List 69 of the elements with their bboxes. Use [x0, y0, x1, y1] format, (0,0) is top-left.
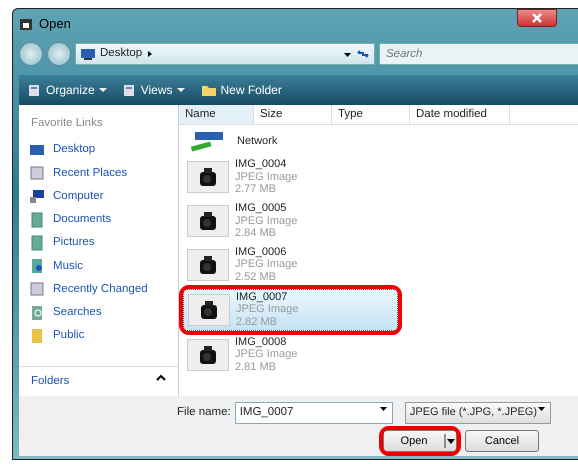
- monitor-icon: [80, 46, 96, 62]
- file-name: IMG_0005: [235, 202, 288, 215]
- search-icon: [29, 304, 45, 321]
- close-icon: [532, 13, 542, 23]
- file-name: IMG_0004: [235, 158, 288, 171]
- file-name: IMG_0008: [235, 336, 288, 348]
- column-header[interactable]: Date modified: [410, 105, 510, 124]
- sidebar-link[interactable]: Documents: [19, 208, 178, 232]
- breadcrumb-arrow-icon: [146, 50, 154, 58]
- sidebar-link[interactable]: Music: [19, 254, 178, 278]
- back-button[interactable]: [19, 42, 43, 66]
- toolbar-icon: [28, 83, 42, 97]
- file-row[interactable]: IMG_0006 JPEG Image 2.52 MB: [183, 244, 398, 285]
- sidebar-link[interactable]: Searches: [19, 301, 178, 324]
- file-type: JPEG Image: [236, 303, 298, 316]
- dropdown-arrow-icon: [444, 434, 456, 448]
- file-row[interactable]: IMG_0008 JPEG Image 2.81 MB: [183, 334, 398, 375]
- file-name: IMG_0006: [235, 246, 288, 258]
- column-header[interactable]: Type: [332, 105, 410, 124]
- file-size: 2.84 MB: [235, 227, 277, 240]
- sidebar-link[interactable]: Desktop: [19, 138, 178, 162]
- file-name: IMG_0007: [236, 290, 288, 304]
- document-icon: [29, 165, 45, 182]
- computer-icon: [29, 188, 45, 204]
- sidebar-link[interactable]: Public: [19, 324, 178, 348]
- file-name: Network: [237, 134, 278, 148]
- file-row[interactable]: Network: [183, 129, 398, 153]
- close-button[interactable]: [517, 9, 557, 27]
- file-name-label: File name:: [177, 405, 231, 420]
- file-type-dropdown[interactable]: JPEG file (*.JPG, *.JPEG): [404, 402, 551, 424]
- document-icon: [29, 281, 45, 298]
- sidebar-link[interactable]: Computer: [19, 184, 178, 208]
- file-type: JPEG Image: [235, 170, 298, 184]
- file-name-field[interactable]: IMG_0007: [234, 402, 393, 424]
- document-icon: [29, 212, 45, 228]
- chevron-up-icon: [156, 372, 166, 383]
- dropdown-arrow-icon: [537, 404, 546, 413]
- sidebar-link[interactable]: Pictures: [19, 231, 178, 254]
- file-size: 2.77 MB: [235, 183, 277, 196]
- sidebar-heading: Favorite Links: [30, 116, 104, 131]
- dialog-button[interactable]: Cancel: [465, 430, 539, 452]
- file-size: 2.81 MB: [235, 360, 277, 374]
- window-title: Open: [39, 15, 71, 34]
- toolbar-icon: [122, 83, 137, 97]
- sidebar-link[interactable]: Recent Places: [19, 162, 178, 185]
- file-type: JPEG Image: [235, 258, 298, 272]
- file-type: JPEG Image: [235, 214, 298, 228]
- sidebar-link[interactable]: Recently Changed: [19, 278, 178, 301]
- forward-button[interactable]: [47, 42, 71, 66]
- address-bar[interactable]: Desktop: [75, 43, 375, 65]
- document-icon: [29, 234, 45, 251]
- file-size: 2.82 MB: [236, 316, 278, 329]
- toolbar-button[interactable]: New Folder: [200, 80, 283, 100]
- dialog-icon: [19, 17, 33, 31]
- column-header[interactable]: Size: [254, 105, 332, 124]
- caret-icon: [176, 86, 184, 94]
- column-header[interactable]: Name: [179, 105, 254, 124]
- caret-icon: [98, 86, 107, 94]
- location-text: Desktop: [100, 46, 142, 62]
- file-size: 2.52 MB: [235, 271, 277, 284]
- dropdown-arrow-icon: [378, 404, 388, 413]
- music-icon: [29, 258, 45, 274]
- toolbar-button[interactable]: Organize: [27, 80, 108, 100]
- toolbar-button[interactable]: Views: [122, 80, 186, 100]
- file-row[interactable]: IMG_0004 JPEG Image 2.77 MB: [183, 157, 398, 197]
- file-row[interactable]: IMG_0005 JPEG Image 2.84 MB: [183, 200, 398, 241]
- search-field[interactable]: Search: [379, 43, 578, 65]
- folder-icon: [29, 328, 45, 344]
- file-type: JPEG Image: [235, 348, 298, 361]
